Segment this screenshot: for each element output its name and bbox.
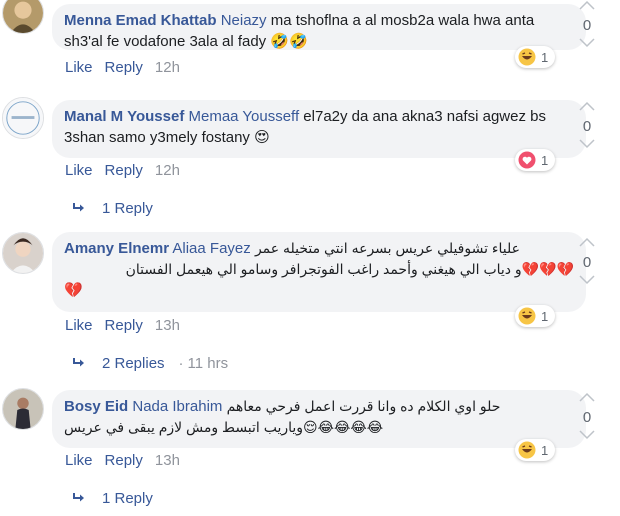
- like-button[interactable]: Like: [65, 59, 93, 76]
- comment-actions: Like Reply 13h: [65, 317, 180, 334]
- reply-arrow-icon: [72, 490, 88, 507]
- reply-button[interactable]: Reply: [105, 162, 143, 179]
- comment-time[interactable]: 12h: [155, 59, 180, 76]
- comment-mention[interactable]: Aliaa Fayez: [172, 240, 250, 257]
- vote-count: 0: [582, 254, 592, 271]
- reaction-count: 1: [541, 442, 549, 458]
- comment-text-line-1: علياء تشوفيلي عريس بسرعه انتي متخيله عمر: [254, 240, 520, 256]
- reaction-badge[interactable]: 1: [515, 46, 556, 68]
- comment-emoji: 🤣🤣: [270, 33, 308, 50]
- comment-bubble: Bosy Eid Nada Ibrahim حلو اوي الكلام ده …: [52, 390, 586, 448]
- laugh-icon: [518, 441, 536, 459]
- reaction-count: 1: [541, 152, 549, 168]
- comment-actions: Like Reply 12h: [65, 59, 180, 76]
- comment-time[interactable]: 13h: [155, 317, 180, 334]
- replies-label[interactable]: 1 Reply: [102, 490, 153, 507]
- comment-bubble: Menna Emad Khattab Neiazy ma tshoflna a …: [52, 4, 586, 50]
- reaction-count: 1: [541, 49, 549, 65]
- comment-author[interactable]: Amany Elnemr: [64, 240, 169, 257]
- reply-button[interactable]: Reply: [105, 59, 143, 76]
- laugh-icon: [518, 48, 536, 66]
- comment-text-line-2: 😂😂😂😂😌وياريب اتبسط ومش لازم يبقى في عريس: [64, 419, 384, 435]
- reaction-badge[interactable]: 1: [515, 439, 556, 461]
- comment-bubble: Manal M Youssef Memaa Yousseff el7a2y da…: [52, 100, 586, 158]
- vote-count: 0: [582, 118, 592, 135]
- replies-label[interactable]: 1 Reply: [102, 200, 153, 217]
- upvote-icon[interactable]: [574, 235, 600, 253]
- comment-author[interactable]: Menna Emad Khattab: [64, 12, 217, 29]
- reply-button[interactable]: Reply: [105, 452, 143, 469]
- comment-actions: Like Reply 12h: [65, 162, 180, 179]
- avatar[interactable]: [2, 232, 44, 274]
- downvote-icon[interactable]: [574, 273, 600, 291]
- comment-mention[interactable]: Neiazy: [221, 12, 267, 29]
- comment-author[interactable]: Bosy Eid: [64, 398, 128, 415]
- view-replies-link[interactable]: 2 Replies · 11 hrs: [72, 355, 228, 372]
- comment-author[interactable]: Manal M Youssef: [64, 108, 184, 125]
- comment-time[interactable]: 12h: [155, 162, 180, 179]
- reaction-badge[interactable]: 1: [515, 149, 556, 171]
- comment-emoji: 😍: [254, 129, 270, 146]
- vote-control: 0: [574, 99, 600, 155]
- comment-mention[interactable]: Memaa Yousseff: [188, 108, 299, 125]
- reply-arrow-icon: [72, 200, 88, 217]
- avatar[interactable]: [2, 0, 44, 34]
- laugh-icon: [518, 307, 536, 325]
- like-button[interactable]: Like: [65, 452, 93, 469]
- downvote-icon[interactable]: [574, 137, 600, 155]
- like-button[interactable]: Like: [65, 162, 93, 179]
- comment-mention[interactable]: Nada Ibrahim: [132, 398, 222, 415]
- view-replies-link[interactable]: 1 Reply: [72, 200, 153, 217]
- reaction-badge[interactable]: 1: [515, 305, 556, 327]
- reaction-count: 1: [541, 308, 549, 324]
- vote-count: 0: [582, 409, 592, 426]
- like-button[interactable]: Like: [65, 317, 93, 334]
- avatar[interactable]: [2, 97, 44, 139]
- avatar[interactable]: [2, 388, 44, 430]
- comment-text-line-1: حلو اوي الكلام ده وانا قررت اعمل فرحي مع…: [226, 398, 501, 414]
- vote-control: 0: [574, 235, 600, 291]
- downvote-icon[interactable]: [574, 428, 600, 446]
- upvote-icon[interactable]: [574, 390, 600, 408]
- comment-bubble: Amany Elnemr Aliaa Fayez علياء تشوفيلي ع…: [52, 232, 586, 312]
- comment-actions: Like Reply 13h: [65, 452, 180, 469]
- vote-control: 0: [574, 390, 600, 446]
- comment-text-line-2: 💔💔💔و دياب الي هيغني وأحمد راغب الفوتجراف…: [125, 261, 574, 277]
- reply-button[interactable]: Reply: [105, 317, 143, 334]
- vote-count: 0: [582, 17, 592, 34]
- replies-time: 11 hrs: [187, 355, 229, 372]
- comment-text-line-3: 💔: [64, 282, 83, 299]
- replies-separator: ·: [178, 355, 184, 372]
- downvote-icon[interactable]: [574, 36, 600, 54]
- love-icon: [518, 151, 536, 169]
- replies-label[interactable]: 2 Replies: [102, 355, 165, 372]
- view-replies-link[interactable]: 1 Reply: [72, 490, 153, 507]
- reply-arrow-icon: [72, 355, 88, 372]
- upvote-icon[interactable]: [574, 0, 600, 16]
- vote-control: 0: [574, 0, 600, 54]
- upvote-icon[interactable]: [574, 99, 600, 117]
- comment-time[interactable]: 13h: [155, 452, 180, 469]
